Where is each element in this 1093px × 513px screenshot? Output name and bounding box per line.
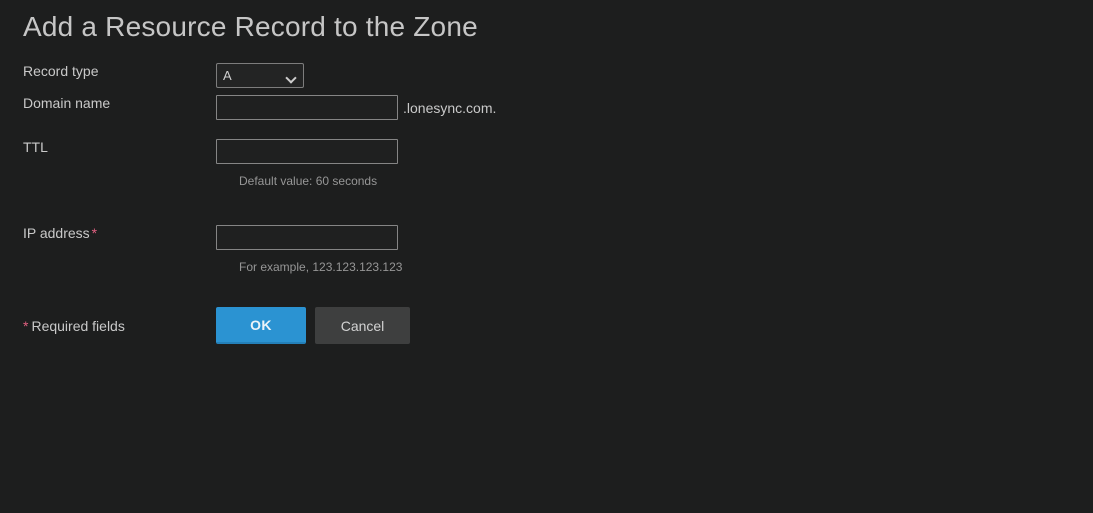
required-fields-text: Required fields <box>31 317 125 334</box>
form-row-domain-name: Domain name .lonesync.com. <box>0 95 1093 127</box>
required-asterisk-icon: * <box>91 225 98 241</box>
ip-address-label-text: IP address <box>23 225 90 241</box>
domain-name-suffix: .lonesync.com. <box>403 99 497 116</box>
record-type-select[interactable]: A <box>216 63 304 88</box>
ttl-control <box>216 139 1093 164</box>
ttl-hint: Default value: 60 seconds <box>239 174 378 188</box>
required-fields-note: * Required fields <box>0 318 216 334</box>
add-resource-record-page: Add a Resource Record to the Zone Record… <box>0 0 1093 513</box>
form-actions: * Required fields OK Cancel <box>0 307 1093 344</box>
ttl-input[interactable] <box>216 139 398 164</box>
ok-button[interactable]: OK <box>216 307 306 344</box>
domain-name-input[interactable] <box>216 95 398 120</box>
form-row-ttl: TTL <box>0 139 1093 167</box>
page-title: Add a Resource Record to the Zone <box>23 11 478 42</box>
ip-address-hint: For example, 123.123.123.123 <box>239 260 403 274</box>
record-type-control: A <box>216 63 1093 88</box>
record-type-label: Record type <box>23 63 99 79</box>
ip-address-input[interactable] <box>216 225 398 250</box>
ip-address-label: IP address * <box>0 225 216 241</box>
ttl-label: TTL <box>23 139 48 155</box>
resource-record-form: Record type A Domain name .lonesync.com.… <box>0 63 1093 344</box>
ip-address-control <box>216 225 1093 250</box>
cancel-button[interactable]: Cancel <box>315 307 410 344</box>
domain-name-control: .lonesync.com. <box>216 95 1093 120</box>
record-type-select-wrapper: A <box>216 63 304 88</box>
domain-name-label: Domain name <box>23 95 111 111</box>
form-row-record-type: Record type A <box>0 63 1093 95</box>
form-row-ip-address: IP address * <box>0 225 1093 253</box>
